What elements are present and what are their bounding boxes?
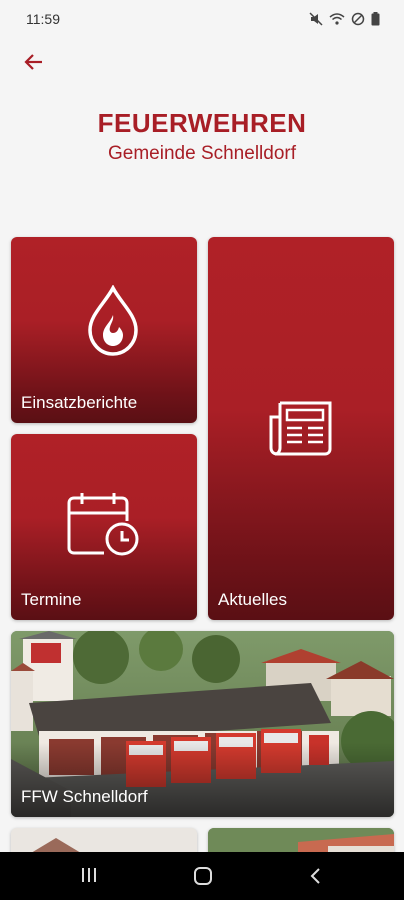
calendar-clock-icon [67, 493, 139, 556]
tile-termine[interactable]: Termine [11, 434, 197, 620]
page-title: FEUERWEHREN [97, 108, 307, 138]
tile-label-aktuelles: Aktuelles [218, 590, 287, 609]
page-subtitle: Gemeinde Schnelldorf [108, 143, 296, 164]
wifi-icon [329, 13, 345, 25]
mute-icon [309, 12, 323, 26]
tile-label-ffw-schnelldorf: FFW Schnelldorf [21, 787, 148, 806]
recent-apps-icon [82, 868, 96, 882]
nav-back-button[interactable] [308, 866, 324, 890]
tile-aktuelles[interactable]: Aktuelles [208, 237, 394, 620]
recent-apps-button[interactable] [80, 866, 98, 888]
dnd-icon [351, 12, 365, 26]
status-icons [309, 12, 380, 26]
status-time: 11:59 [26, 11, 60, 27]
newspaper-icon [269, 401, 332, 456]
status-bar: 11:59 [0, 0, 404, 40]
tile-einsatzberichte[interactable]: Einsatzberichte [11, 237, 197, 423]
back-button[interactable] [20, 50, 48, 74]
tile-ffw-schnelldorf[interactable]: FFW Schnelldorf [11, 631, 394, 817]
arrow-left-icon [24, 54, 42, 70]
tile-label-einsatzberichte: Einsatzberichte [21, 393, 138, 412]
home-icon [194, 867, 212, 885]
system-nav-bar [0, 852, 404, 900]
flame-drop-icon [88, 285, 138, 356]
home-button[interactable] [193, 866, 213, 890]
chevron-left-icon [310, 868, 320, 884]
tile-label-termine: Termine [21, 590, 82, 609]
battery-icon [371, 12, 380, 26]
